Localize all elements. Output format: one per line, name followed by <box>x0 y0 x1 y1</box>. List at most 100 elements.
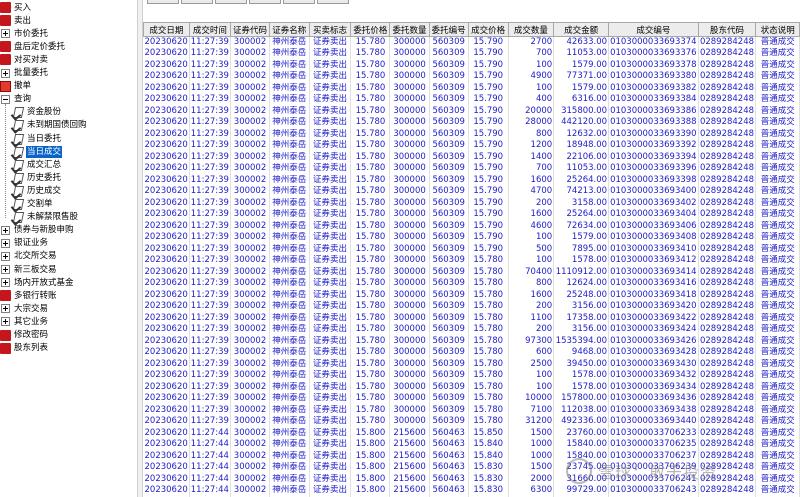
table-row[interactable]: 20230620 11:27:39 300002 神州泰岳 证券卖出 15.780 3000… <box>143 393 800 405</box>
table-row[interactable]: 20230620 11:27:44 300002 神州泰岳 证券卖出 15.800 2156… <box>143 427 800 439</box>
expand-icon[interactable] <box>1 68 10 78</box>
nav-item[interactable]: 未到期国债回购 <box>12 119 88 132</box>
nav-item[interactable]: 多银行转账 <box>0 289 58 302</box>
nav-item[interactable]: 修改密码 <box>0 329 49 342</box>
expand-icon[interactable] <box>1 225 10 235</box>
expand-icon[interactable] <box>1 278 10 288</box>
nav-item[interactable]: 北交所交易 <box>0 250 58 263</box>
table-row[interactable]: 20230620 11:27:39 300002 神州泰岳 证券卖出 15.780 3000… <box>143 220 800 232</box>
table-row[interactable]: 20230620 11:27:44 300002 神州泰岳 证券卖出 15.800 2156… <box>143 439 800 451</box>
column-header[interactable]: 成交日期 <box>143 22 190 37</box>
table-row[interactable]: 20230620 11:27:39 300002 神州泰岳 证券卖出 15.780 3000… <box>143 48 800 60</box>
nav-item[interactable]: 盘后定价委托 <box>0 40 66 53</box>
toolbar-button[interactable] <box>181 0 213 4</box>
expand-icon[interactable] <box>1 29 10 39</box>
toolbar-button[interactable] <box>317 0 349 4</box>
table-row[interactable]: 20230620 11:27:39 300002 神州泰岳 证券卖出 15.780 3000… <box>143 335 800 347</box>
table-row[interactable]: 20230620 11:27:39 300002 神州泰岳 证券卖出 15.780 3000… <box>143 105 800 117</box>
table-cell: 25264.00 <box>553 174 610 186</box>
table-row[interactable]: 20230620 11:27:39 300002 神州泰岳 证券卖出 15.780 3000… <box>143 174 800 186</box>
table-row[interactable]: 20230620 11:27:39 300002 神州泰岳 证券卖出 15.780 3000… <box>143 381 800 393</box>
nav-item[interactable]: 交割单 <box>12 198 54 211</box>
table-row[interactable]: 20230620 11:27:39 300002 神州泰岳 证券卖出 15.780 3000… <box>143 232 800 244</box>
nav-item[interactable]: 批量委托 <box>0 67 49 80</box>
table-row[interactable]: 20230620 11:27:39 300002 神州泰岳 证券卖出 15.780 3000… <box>143 255 800 267</box>
table-cell: 300002 <box>230 117 271 129</box>
table-row[interactable]: 20230620 11:27:39 300002 神州泰岳 证券卖出 15.780 3000… <box>143 358 800 370</box>
nav-item[interactable]: 历史成交 <box>12 184 62 197</box>
nav-item[interactable]: 撤单 <box>0 80 32 93</box>
nav-item[interactable]: 大宗交易 <box>0 302 49 315</box>
nav-item[interactable]: 对买对卖 <box>0 53 49 66</box>
nav-item[interactable]: 其它业务 <box>0 315 49 328</box>
table-row[interactable]: 20230620 11:27:39 300002 神州泰岳 证券卖出 15.780 3000… <box>143 324 800 336</box>
nav-item[interactable]: 市价委托 <box>0 27 49 40</box>
table-row[interactable]: 20230620 11:27:44 300002 神州泰岳 证券卖出 15.800 2156… <box>143 450 800 462</box>
table-row[interactable]: 20230620 11:27:39 300002 神州泰岳 证券卖出 15.780 3000… <box>143 370 800 382</box>
toolbar-button[interactable] <box>147 0 179 4</box>
nav-item[interactable]: 股东列表 <box>0 342 49 355</box>
nav-item[interactable]: 新三板交易 <box>0 263 58 276</box>
expand-icon[interactable] <box>1 317 10 327</box>
table-row[interactable]: 20230620 11:27:39 300002 神州泰岳 证券卖出 15.780 3000… <box>143 82 800 94</box>
trade-table-container[interactable]: 成交日期 成交时间 证券代码 证券名称 买卖标志 委托价格 委托数量 委托编号 成交价格 成交数量… <box>143 22 800 497</box>
table-row[interactable]: 20230620 11:27:39 300002 神州泰岳 证券卖出 15.780 3000… <box>143 209 800 221</box>
column-header[interactable]: 成交价格 <box>467 22 509 37</box>
table-row[interactable]: 20230620 11:27:39 300002 神州泰岳 证券卖出 15.780 3000… <box>143 266 800 278</box>
nav-item[interactable]: 成交汇总 <box>12 158 62 171</box>
column-header[interactable]: 成交数量 <box>507 22 555 37</box>
table-row[interactable]: 20230620 11:27:39 300002 神州泰岳 证券卖出 15.780 3000… <box>143 128 800 140</box>
nav-item[interactable]: 银证业务 <box>0 237 49 250</box>
table-row[interactable]: 20230620 11:27:39 300002 神州泰岳 证券卖出 15.780 3000… <box>143 278 800 290</box>
column-header[interactable]: 成交时间 <box>188 22 231 37</box>
table-row[interactable]: 20230620 11:27:39 300002 神州泰岳 证券卖出 15.780 3000… <box>143 163 800 175</box>
table-row[interactable]: 20230620 11:27:39 300002 神州泰岳 证券卖出 15.780 3000… <box>143 117 800 129</box>
table-row[interactable]: 20230620 11:27:39 300002 神州泰岳 证券卖出 15.780 3000… <box>143 36 800 48</box>
column-header[interactable]: 证券代码 <box>229 22 271 37</box>
table-row[interactable]: 20230620 11:27:39 300002 神州泰岳 证券卖出 15.780 3000… <box>143 416 800 428</box>
table-row[interactable]: 20230620 11:27:44 300002 神州泰岳 证券卖出 15.800 2156… <box>143 462 800 474</box>
table-row[interactable]: 20230620 11:27:39 300002 神州泰岳 证券卖出 15.780 3000… <box>143 312 800 324</box>
table-row[interactable]: 20230620 11:27:39 300002 神州泰岳 证券卖出 15.780 3000… <box>143 186 800 198</box>
table-row[interactable]: 20230620 11:27:39 300002 神州泰岳 证券卖出 15.780 3000… <box>143 151 800 163</box>
nav-item[interactable]: 未解禁限售股 <box>12 211 79 224</box>
table-row[interactable]: 20230620 11:27:39 300002 神州泰岳 证券卖出 15.780 3000… <box>143 94 800 106</box>
nav-item[interactable]: 卖出 <box>0 14 32 27</box>
table-row[interactable]: 20230620 11:27:44 300002 神州泰岳 证券卖出 15.800 2156… <box>143 473 800 485</box>
expand-icon[interactable] <box>1 238 10 248</box>
nav-item[interactable]: 场内开放式基金 <box>0 276 75 289</box>
column-header[interactable]: 成交金额 <box>553 22 610 37</box>
table-cell: 0289284248 <box>698 186 757 198</box>
table-row[interactable]: 20230620 11:27:39 300002 神州泰岳 证券卖出 15.780 3000… <box>143 301 800 313</box>
toolbar-button[interactable] <box>283 0 315 4</box>
nav-item[interactable]: 债券与新股申购 <box>0 224 75 237</box>
table-row[interactable]: 20230620 11:27:39 300002 神州泰岳 证券卖出 15.780 3000… <box>143 347 800 359</box>
table-row[interactable]: 20230620 11:27:39 300002 神州泰岳 证券卖出 15.780 3000… <box>143 71 800 83</box>
nav-item[interactable]: 当日成交 <box>12 145 63 158</box>
expand-icon[interactable] <box>1 304 10 314</box>
table-row[interactable]: 20230620 11:27:39 300002 神州泰岳 证券卖出 15.780 3000… <box>143 243 800 255</box>
expand-icon[interactable] <box>1 265 10 274</box>
column-header[interactable]: 状态说明 <box>755 22 800 37</box>
nav-item[interactable]: 历史委托 <box>12 171 62 184</box>
expand-icon[interactable] <box>1 251 10 261</box>
toolbar-button[interactable] <box>249 0 281 4</box>
column-header[interactable]: 委托数量 <box>389 22 430 37</box>
table-row[interactable]: 20230620 11:27:39 300002 神州泰岳 证券卖出 15.780 3000… <box>143 289 800 301</box>
column-header[interactable]: 股东代码 <box>697 22 757 37</box>
nav-item[interactable]: 买入 <box>0 1 32 14</box>
table-row[interactable]: 20230620 11:27:39 300002 神州泰岳 证券卖出 15.780 3000… <box>143 404 800 416</box>
toolbar-button[interactable] <box>215 0 247 4</box>
nav-item[interactable]: 当日委托 <box>12 132 62 145</box>
table-row[interactable]: 20230620 11:27:39 300002 神州泰岳 证券卖出 15.780 3000… <box>143 59 800 71</box>
table-row[interactable]: 20230620 11:27:44 300002 神州泰岳 证券卖出 15.800 2156… <box>143 485 800 497</box>
table-row[interactable]: 20230620 11:27:39 300002 神州泰岳 证券卖出 15.780 3000… <box>143 197 800 209</box>
column-header[interactable]: 成交编号 <box>608 22 699 37</box>
collapse-icon[interactable] <box>1 94 10 104</box>
column-header[interactable]: 证券名称 <box>269 22 310 37</box>
column-header[interactable]: 委托编号 <box>428 22 469 37</box>
column-header[interactable]: 委托价格 <box>350 22 391 37</box>
column-header[interactable]: 买卖标志 <box>308 22 352 37</box>
nav-item[interactable]: 资金股份 <box>12 106 62 119</box>
table-row[interactable]: 20230620 11:27:39 300002 神州泰岳 证券卖出 15.780 3000… <box>143 140 800 152</box>
